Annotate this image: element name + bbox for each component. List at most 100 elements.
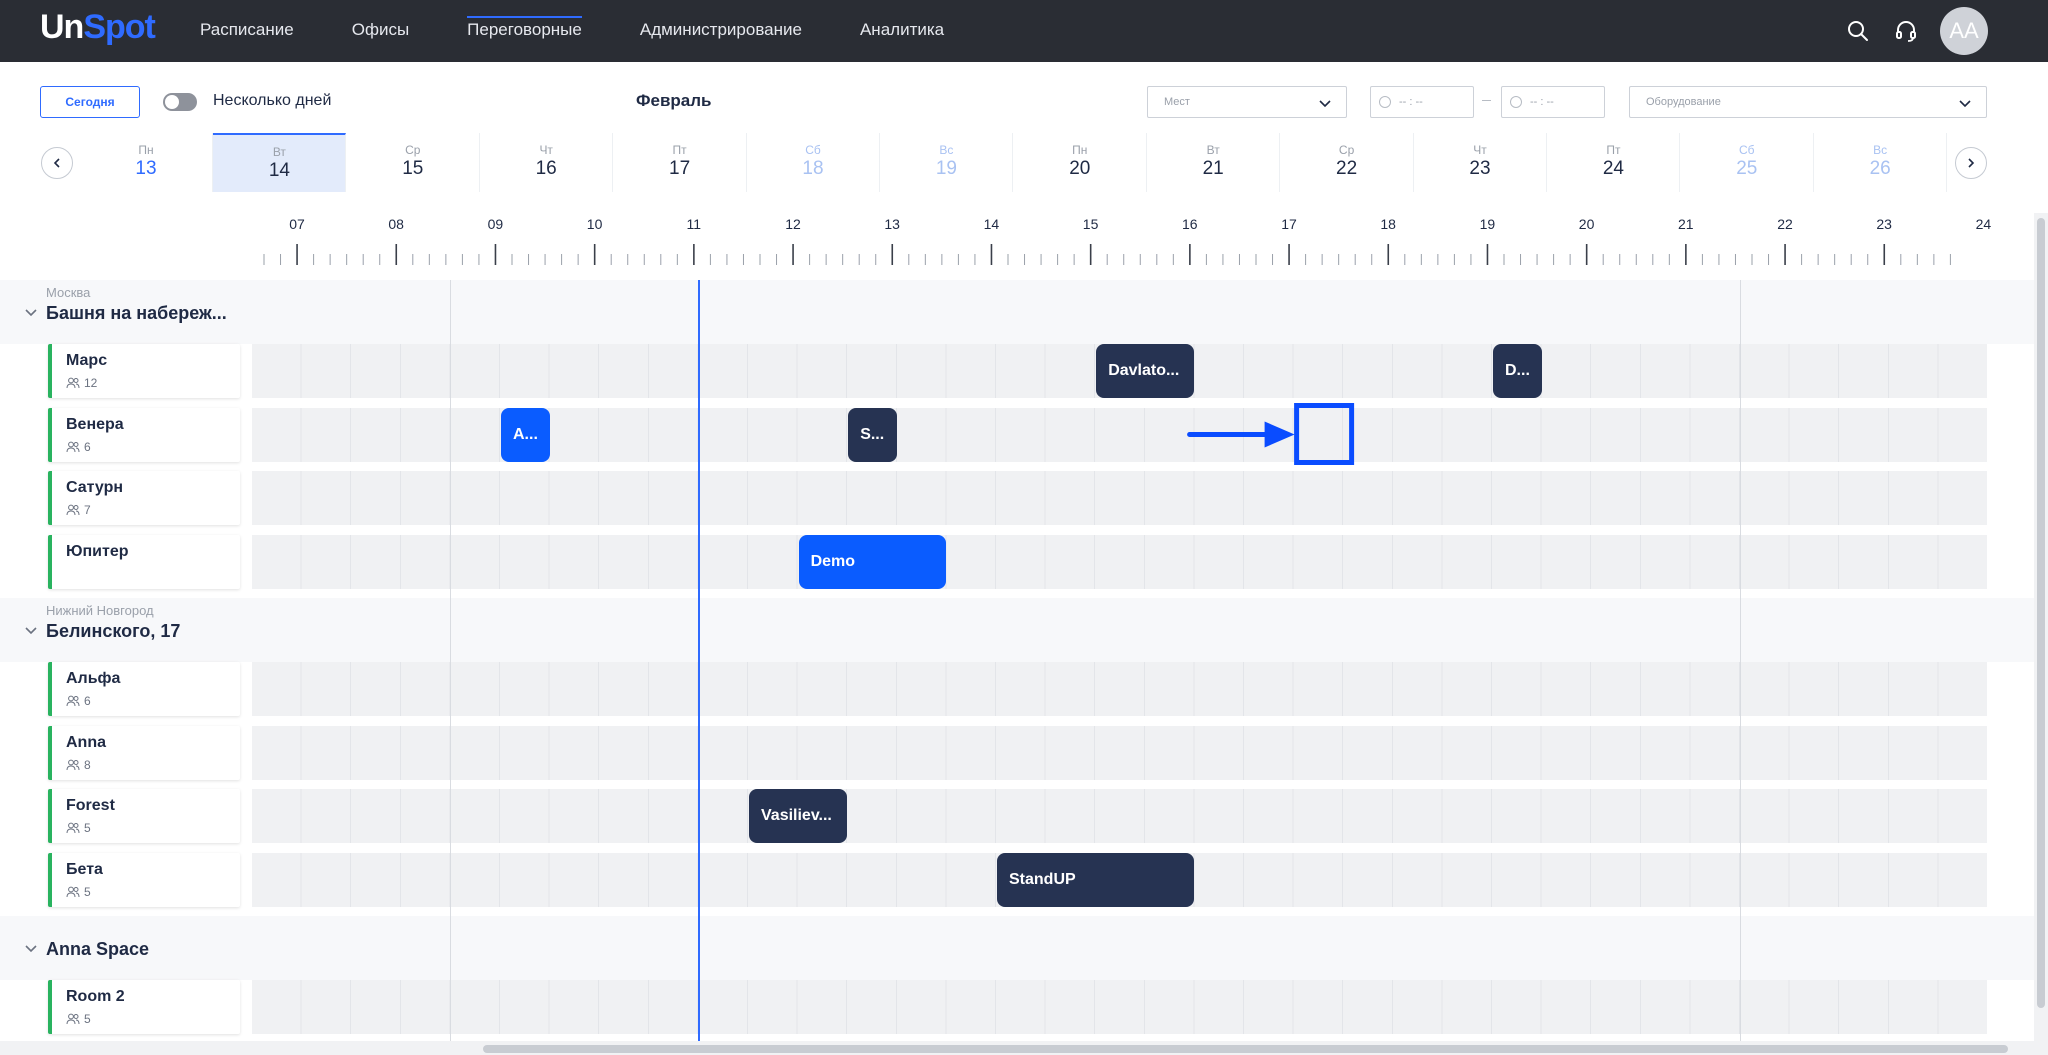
day-number: 21 bbox=[1202, 158, 1224, 179]
nav-offices[interactable]: Офисы bbox=[352, 0, 409, 62]
booking-event[interactable]: Demo bbox=[798, 534, 947, 589]
booking-event[interactable]: A... bbox=[501, 407, 550, 462]
unspot-logo[interactable]: UnSpot bbox=[40, 8, 156, 47]
chevron-down-icon[interactable] bbox=[24, 623, 38, 637]
day-13[interactable]: Пн 13 bbox=[80, 133, 213, 192]
day-20[interactable]: Пн 20 bbox=[1014, 133, 1147, 192]
day-number: 17 bbox=[669, 158, 691, 179]
day-number: 22 bbox=[1336, 158, 1358, 179]
day-16[interactable]: Чт 16 bbox=[480, 133, 614, 192]
room-timeline-row[interactable] bbox=[252, 662, 1987, 716]
room-card[interactable]: Альфа 6 bbox=[48, 662, 240, 716]
room-capacity: 8 bbox=[66, 758, 91, 772]
user-avatar[interactable]: AA bbox=[1940, 7, 1988, 55]
hour-label-08: 08 bbox=[388, 216, 404, 232]
room-timeline-row[interactable] bbox=[252, 471, 1987, 525]
chevron-down-icon[interactable] bbox=[24, 941, 38, 955]
hour-label-16: 16 bbox=[1182, 216, 1198, 232]
room-timeline-row[interactable] bbox=[252, 789, 1987, 843]
day-22[interactable]: Ср 22 bbox=[1281, 133, 1414, 192]
time-to-input[interactable]: -- : -- bbox=[1501, 86, 1605, 118]
room-name: Бета bbox=[66, 860, 103, 878]
booking-event[interactable]: StandUP bbox=[997, 852, 1195, 907]
booking-event[interactable]: D... bbox=[1493, 344, 1542, 398]
room-card[interactable]: Сатурн 7 bbox=[48, 471, 240, 525]
room-card[interactable]: Бета 5 bbox=[48, 852, 240, 907]
seats-select-placeholder: Мест bbox=[1164, 96, 1190, 108]
day-23[interactable]: Чт 23 bbox=[1414, 133, 1547, 192]
section-city: Нижний Новгород bbox=[46, 603, 154, 618]
booking-event[interactable]: Vasiliev... bbox=[749, 789, 848, 843]
day-19[interactable]: Вс 19 bbox=[880, 133, 1014, 192]
equipment-select[interactable]: Оборудование bbox=[1629, 86, 1987, 118]
day-weekday: Вс bbox=[939, 143, 954, 157]
people-icon bbox=[66, 886, 80, 897]
seats-select[interactable]: Мест bbox=[1147, 86, 1347, 118]
people-icon bbox=[66, 377, 80, 389]
prev-week-button[interactable] bbox=[41, 147, 73, 179]
room-card[interactable]: Юпитер bbox=[48, 534, 240, 589]
headset-support-icon[interactable] bbox=[1892, 17, 1920, 45]
capacity-value: 5 bbox=[84, 821, 91, 835]
room-capacity: 6 bbox=[66, 694, 91, 708]
room-card[interactable]: Anna 8 bbox=[48, 725, 240, 780]
day-25[interactable]: Сб 25 bbox=[1681, 133, 1814, 192]
day-weekday: Пн bbox=[138, 143, 154, 157]
room-card[interactable]: Марс 12 bbox=[48, 344, 240, 398]
hour-label-23: 23 bbox=[1876, 216, 1892, 232]
time-from-placeholder: -- : -- bbox=[1399, 96, 1423, 108]
nav-analytics[interactable]: Аналитика bbox=[860, 0, 944, 62]
booking-event[interactable]: S... bbox=[848, 407, 897, 462]
day-17[interactable]: Пт 17 bbox=[614, 133, 747, 192]
today-button[interactable]: Сегодня bbox=[40, 86, 140, 118]
chevron-down-icon bbox=[1318, 96, 1332, 113]
day-number: 20 bbox=[1069, 158, 1091, 179]
booking-event[interactable]: Davlato... bbox=[1096, 344, 1195, 398]
capacity-value: 5 bbox=[84, 1012, 91, 1026]
room-timeline-row[interactable] bbox=[252, 534, 1987, 589]
chevron-down-icon bbox=[1958, 96, 1972, 113]
room-timeline-row[interactable] bbox=[252, 725, 1987, 780]
workday-end-line bbox=[1740, 280, 1741, 1042]
time-from-input[interactable]: -- : -- bbox=[1370, 86, 1474, 118]
timeline-ticks bbox=[263, 244, 1951, 265]
day-24[interactable]: Пт 24 bbox=[1547, 133, 1681, 192]
top-navigation-bar: UnSpot Расписание Офисы Переговорные Адм… bbox=[0, 0, 2048, 62]
room-capacity: 5 bbox=[66, 1012, 91, 1026]
room-name: Марс bbox=[66, 352, 108, 369]
logo-text-un: Un bbox=[40, 8, 84, 46]
horizontal-scrollbar[interactable] bbox=[483, 1045, 2008, 1053]
day-number: 16 bbox=[535, 158, 557, 179]
day-weekday: Вс bbox=[1873, 143, 1888, 157]
nav-meeting-rooms[interactable]: Переговорные bbox=[467, 0, 582, 62]
next-week-button[interactable] bbox=[1955, 147, 1987, 179]
equipment-select-placeholder: Оборудование bbox=[1646, 96, 1721, 108]
hour-label-18: 18 bbox=[1380, 216, 1396, 232]
room-card[interactable]: Room 2 5 bbox=[48, 980, 240, 1034]
day-weekday: Вт bbox=[1206, 143, 1220, 157]
day-21[interactable]: Вт 21 bbox=[1147, 133, 1281, 192]
room-timeline-row[interactable] bbox=[252, 980, 1987, 1034]
day-weekday: Вт bbox=[272, 145, 286, 159]
room-name: Юпитер bbox=[66, 542, 129, 560]
room-name: Room 2 bbox=[66, 988, 125, 1005]
room-card[interactable]: Forest 5 bbox=[48, 789, 240, 843]
nav-schedule[interactable]: Расписание bbox=[200, 0, 294, 62]
day-weekday: Пт bbox=[1606, 143, 1621, 157]
vertical-scrollbar[interactable] bbox=[2037, 218, 2045, 1008]
time-range-separator bbox=[1482, 100, 1491, 101]
chevron-down-icon[interactable] bbox=[24, 305, 38, 319]
search-icon[interactable] bbox=[1844, 17, 1872, 45]
day-18[interactable]: Сб 18 bbox=[747, 133, 880, 192]
hour-label-13: 13 bbox=[884, 216, 900, 232]
hour-label-22: 22 bbox=[1777, 216, 1793, 232]
nav-administration[interactable]: Администрирование bbox=[640, 0, 802, 62]
room-card[interactable]: Венера 6 bbox=[48, 407, 240, 462]
day-weekday: Сб bbox=[1739, 143, 1755, 157]
multi-day-toggle[interactable] bbox=[163, 93, 197, 111]
section-city: Москва bbox=[46, 285, 91, 300]
room-capacity: 7 bbox=[66, 503, 91, 517]
day-26[interactable]: Вс 26 bbox=[1814, 133, 1948, 192]
day-15[interactable]: Ср 15 bbox=[347, 133, 480, 192]
day-14[interactable]: Вт 14 bbox=[213, 133, 347, 192]
